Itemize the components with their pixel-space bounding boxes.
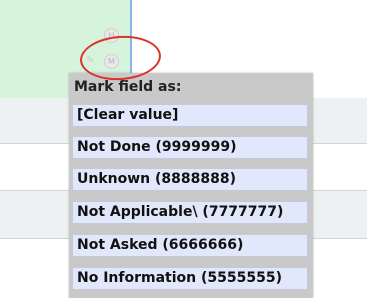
menu-item-unknown[interactable]: Unknown (8888888) xyxy=(72,168,308,191)
history-button[interactable]: H xyxy=(104,28,119,43)
menu-item-not-applicable[interactable]: Not Applicable\ (7777777) xyxy=(72,201,308,224)
menu-item-no-information[interactable]: No Information (5555555) xyxy=(72,267,308,290)
menu-title: Mark field as: xyxy=(74,79,182,95)
menu-item-not-asked[interactable]: Not Asked (6666666) xyxy=(72,234,308,257)
mark-field-menu: Mark field as: [Clear value] Not Done (9… xyxy=(69,73,313,298)
menu-item-clear-value[interactable]: [Clear value] xyxy=(72,104,308,127)
mark-field-button[interactable]: M xyxy=(104,54,119,69)
menu-item-not-done[interactable]: Not Done (9999999) xyxy=(72,136,308,159)
edit-icon[interactable]: ✎ xyxy=(86,56,96,66)
